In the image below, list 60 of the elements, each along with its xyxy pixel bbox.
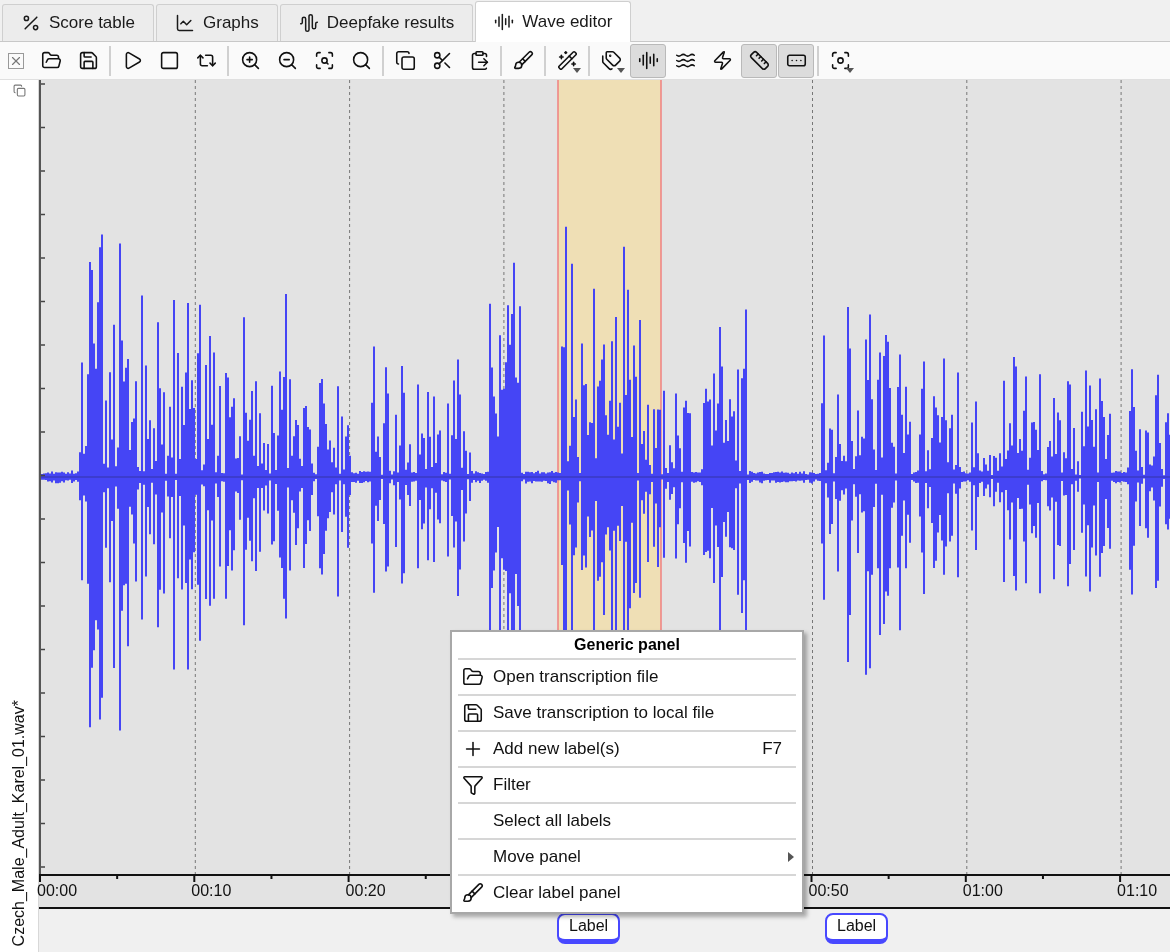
toolbar-button[interactable] [778,43,814,78]
time-label: 00:50 [808,882,849,900]
caret-icon [617,67,625,73]
tab[interactable]: Graphs [156,4,278,41]
menu-item[interactable]: Save transcription to local file [458,696,796,732]
percent-icon [21,13,41,33]
search-icon [350,50,372,71]
label-chip[interactable]: Label [825,913,889,944]
tab[interactable]: Score table [2,4,154,41]
tags-icon [600,50,622,71]
time-label: 01:10 [1117,882,1158,900]
zoom-fit-icon [313,50,335,71]
lightning-icon [711,50,733,71]
submenu-arrow-icon [788,852,794,862]
shortcut-text: F7 [762,739,782,759]
zoom-in-icon [239,50,261,71]
copy-icon [394,50,416,71]
toolbar-button[interactable] [630,43,666,78]
filter-icon [462,774,484,796]
menu-item[interactable]: Add new label(s) F7 [458,732,796,768]
menu-item[interactable]: Clear label panel [458,876,796,910]
stop-icon [158,50,180,71]
waveform-icon [298,13,319,33]
menu-item-label: Clear label panel [493,883,621,903]
waveform-icon [494,12,515,32]
waveform-icon [637,50,659,71]
menu-item[interactable]: Move panel [458,840,796,876]
scissors-icon [431,50,453,71]
focus-icon [829,50,851,71]
ruler-icon [748,50,770,71]
close-icon[interactable] [8,52,24,69]
menu-title: Generic panel [458,634,796,660]
time-label: 00:20 [345,882,386,900]
tab[interactable]: Deepfake results [279,4,474,41]
folder-icon [462,666,484,688]
menu-item-label: Move panel [493,847,581,867]
time-label: 01:00 [962,882,1003,900]
magic-wand-icon [556,50,578,71]
menu-item[interactable]: Filter [458,768,796,804]
menu-item[interactable]: Select all labels [458,804,796,840]
restore-icon[interactable] [12,84,26,97]
menu-item-label: Add new label(s) [493,739,620,759]
zoom-out-icon [276,50,298,71]
menu-item[interactable]: Open transcription file [458,660,796,696]
time-label: 00:10 [191,882,232,900]
file-name: Czech_Male_Adult_Karel_01.wav* [10,699,28,946]
menu-item-label: Filter [493,775,531,795]
label-chip[interactable]: Label [557,913,621,944]
caret-icon [846,67,854,73]
save-icon [77,50,99,71]
menu-item-label: Select all labels [493,811,612,831]
toolbar-button[interactable] [741,43,777,78]
tab[interactable]: Wave editor [475,1,632,42]
save-icon [462,702,484,724]
menu-item-label: Open transcription file [493,667,659,687]
menu-item-label: Save transcription to local file [493,703,715,723]
line-chart-icon [175,13,195,33]
folder-icon [40,50,62,71]
caret-icon [573,67,581,73]
time-label: 00:00 [37,882,78,900]
